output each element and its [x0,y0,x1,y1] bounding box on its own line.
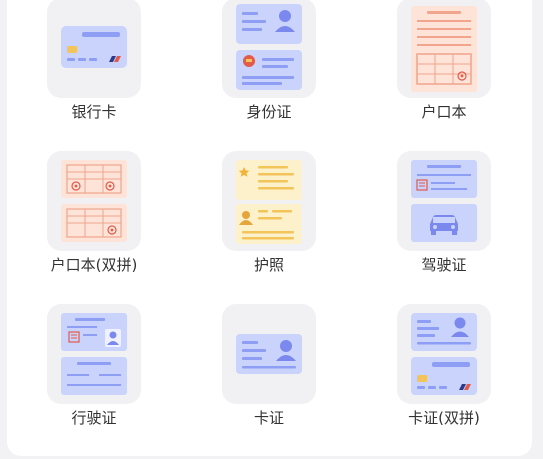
vehicle-license-icon [61,313,127,395]
doc-item-label: 身份证 [246,103,292,121]
doc-item-vehicle-license[interactable]: 行驶证 [24,304,164,444]
id-card-tile[interactable] [222,0,316,98]
bank-card-icon [61,26,127,68]
doc-item-label: 户口本(双拼) [50,256,138,274]
doc-item-label: 户口本 [421,103,467,121]
card-certificate-icon [236,334,302,374]
driver-license-tile[interactable] [397,151,491,251]
doc-item-bank-card[interactable]: 银行卡 [24,0,164,138]
doc-item-household-register-double[interactable]: 户口本(双拼) [24,151,164,291]
household-register-double-icon [61,160,127,242]
doc-item-id-card[interactable]: 身份证 [199,0,339,138]
doc-item-card-certificate-double[interactable]: 卡证(双拼) [374,304,514,444]
card-certificate-double-tile[interactable] [397,304,491,404]
doc-item-label: 银行卡 [71,103,117,121]
doc-item-card-certificate[interactable]: 卡证 [199,304,339,444]
driver-license-icon [411,160,477,242]
doc-item-label: 护照 [253,256,284,274]
passport-icon [236,160,302,244]
document-type-grid: 银行卡 身份证 户口本 户口本(双拼) 护照 驾驶证 行驶证 卡证 卡证(双拼) [0,0,543,459]
bank-card-tile[interactable] [47,0,141,98]
doc-item-label: 卡证 [253,409,284,427]
doc-item-passport[interactable]: 护照 [199,151,339,291]
doc-item-driver-license[interactable]: 驾驶证 [374,151,514,291]
doc-item-label: 卡证(双拼) [408,409,480,427]
card-certificate-tile[interactable] [222,304,316,404]
doc-item-label: 驾驶证 [421,256,467,274]
passport-tile[interactable] [222,151,316,251]
household-register-tile[interactable] [397,0,491,98]
id-card-icon [236,4,302,90]
household-register-double-tile[interactable] [47,151,141,251]
vehicle-license-tile[interactable] [47,304,141,404]
card-certificate-double-icon [411,313,477,395]
doc-item-label: 行驶证 [71,409,117,427]
doc-item-household-register[interactable]: 户口本 [374,0,514,138]
household-register-icon [411,6,477,92]
